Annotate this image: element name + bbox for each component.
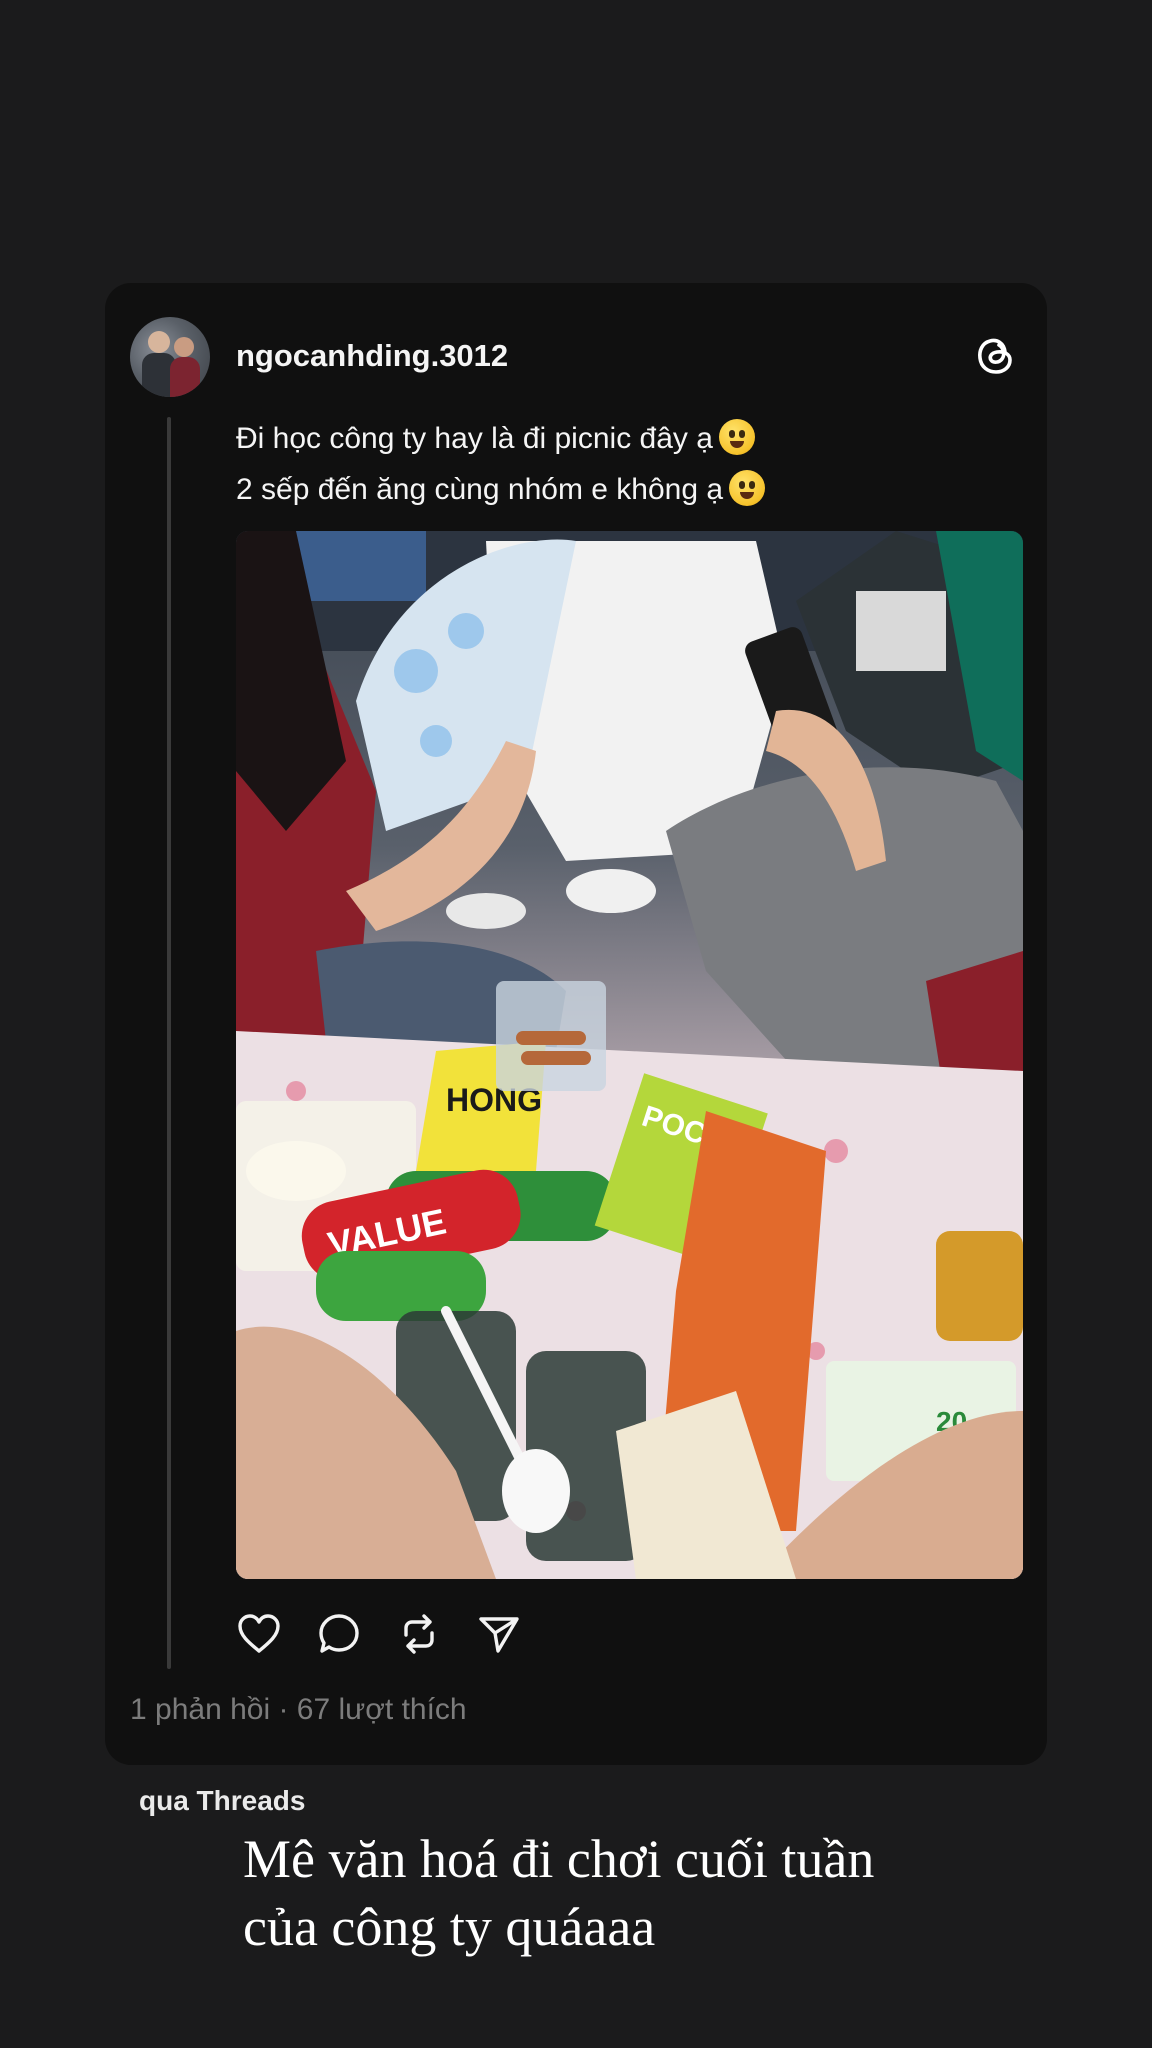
- thread-connector-line: [167, 417, 171, 1669]
- story-caption: Mê văn hoá đi chơi cuối tuần của công ty…: [243, 1825, 874, 1961]
- post-text-line-1: Đi học công ty hay là đi picnic đây ạ: [236, 422, 713, 455]
- repost-icon[interactable]: [396, 1611, 442, 1657]
- picnic-photo-illustration: HONG VALUE POCKY 20: [236, 531, 1023, 1579]
- caption-line-1: Mê văn hoá đi chơi cuối tuần: [243, 1829, 875, 1889]
- post-username[interactable]: ngocanhding.3012: [236, 338, 508, 374]
- threads-post-card[interactable]: ngocanhding.3012 Đi học công ty hay là đ…: [105, 283, 1047, 1765]
- via-threads-label[interactable]: qua Threads: [139, 1785, 305, 1817]
- threads-logo-icon: [978, 338, 1012, 374]
- post-text-line-2: 2 sếp đến ăng cùng nhóm e không ạ: [236, 473, 724, 506]
- laughing-face-emoji: [729, 470, 766, 506]
- user-avatar[interactable]: [130, 317, 210, 397]
- share-icon[interactable]: [476, 1611, 522, 1657]
- surprised-face-emoji: [718, 419, 755, 455]
- caption-line-2: của công ty quáaaa: [243, 1897, 656, 1957]
- post-meta-replies-likes[interactable]: 1 phản hồi · 67 lượt thích: [130, 1693, 467, 1727]
- like-icon[interactable]: [236, 1611, 282, 1657]
- comment-icon[interactable]: [316, 1611, 362, 1657]
- post-text: Đi học công ty hay là đi picnic đây ạ 2 …: [236, 413, 766, 515]
- post-photo[interactable]: HONG VALUE POCKY 20: [236, 531, 1023, 1579]
